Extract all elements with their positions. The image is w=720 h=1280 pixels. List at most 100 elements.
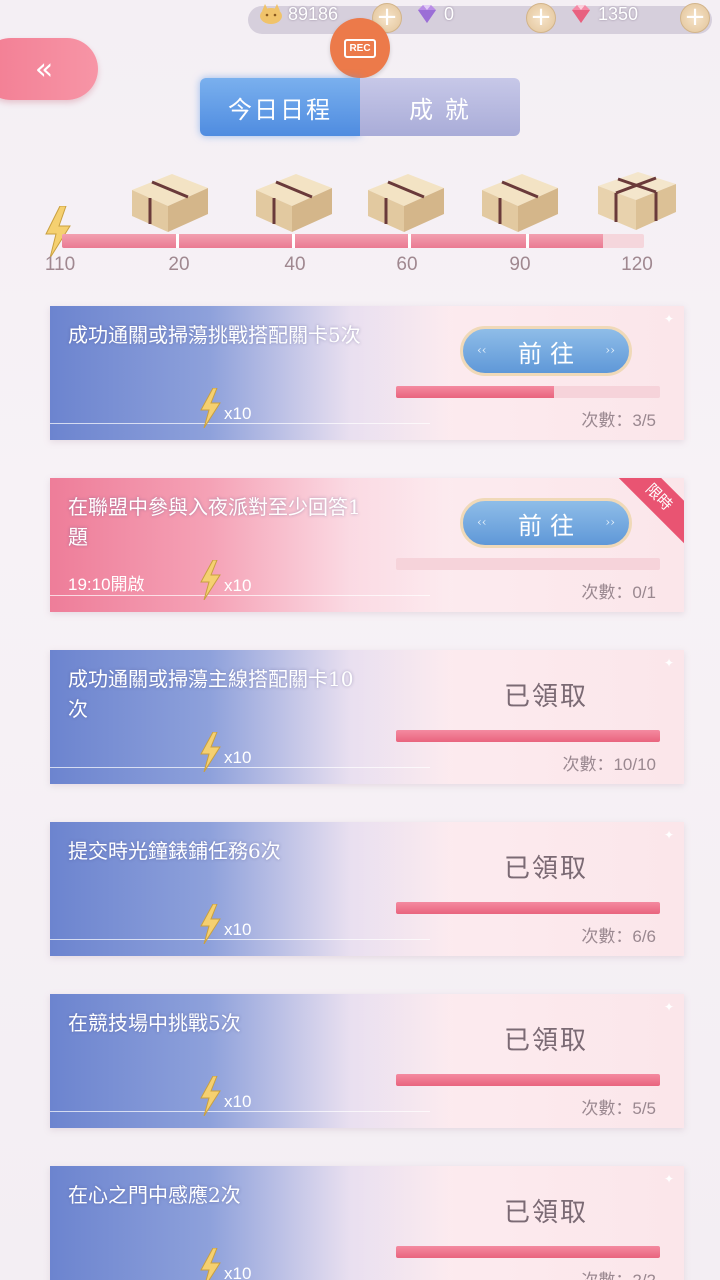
gift-box-icon[interactable]: [476, 160, 562, 234]
task-progress-bar: [396, 558, 660, 570]
lightning-icon: [200, 732, 221, 772]
tab-achievements[interactable]: 成 就: [360, 78, 520, 136]
task-progress-bar: [396, 386, 660, 398]
coin-value: 89186: [288, 3, 339, 24]
task-reward: x10: [198, 904, 251, 944]
task-card: ✦ 在競技場中挑戰5次 x10 已領取 次數：5/5: [50, 994, 684, 1128]
activity-progress-bar: [62, 234, 644, 248]
gift-box-icon[interactable]: [126, 160, 212, 234]
back-button[interactable]: «: [0, 38, 98, 100]
lightning-icon: [200, 1248, 221, 1280]
lightning-icon: [200, 560, 221, 600]
task-reward: x10: [198, 1248, 251, 1280]
lightning-icon: [45, 206, 71, 258]
task-title: 在聯盟中參與入夜派對至少回答1題: [68, 495, 361, 549]
claimed-status: 已領取: [503, 682, 588, 712]
lightning-icon: [200, 388, 221, 428]
claimed-status: 已領取: [503, 1026, 588, 1056]
task-card: ✦ 在心之門中感應2次 x10 已領取 次數：2/2: [50, 1166, 684, 1280]
milestone-label: 60: [396, 254, 418, 275]
milestone-label: 40: [284, 254, 306, 275]
task-progress-fill: [396, 730, 660, 742]
task-title: 提交時光鐘錶鋪任務6次: [68, 839, 281, 863]
cat-coin-icon: [260, 4, 282, 24]
tab-bar: 今日日程 成 就: [200, 78, 520, 136]
chevron-right-icon: ››: [605, 343, 615, 357]
task-reward: x10: [198, 732, 251, 772]
task-reward: x10: [198, 388, 251, 428]
add-gem-button[interactable]: +: [680, 3, 710, 33]
add-diamond-button[interactable]: +: [526, 3, 556, 33]
pink-gem-icon: [572, 5, 590, 23]
reward-amount: x10: [224, 404, 252, 423]
open-time: 19:10開啟: [68, 575, 145, 594]
go-button-label: 前往: [518, 511, 582, 540]
chevron-right-icon: ››: [605, 515, 615, 529]
sparkle-icon: ✦: [663, 1000, 674, 1014]
activity-progress: 110 20 40 60 90 120: [0, 150, 720, 280]
record-button[interactable]: REC: [330, 18, 390, 78]
activity-progress-fill: [62, 234, 604, 248]
task-progress-bar: [396, 902, 660, 914]
current-activity-value: 110: [44, 254, 76, 275]
task-title: 在競技場中挑戰5次: [68, 1011, 241, 1035]
task-count: 次數：2/2: [581, 1266, 656, 1280]
task-title: 成功通關或掃蕩挑戰搭配關卡5次: [68, 323, 361, 347]
tab-daily-schedule[interactable]: 今日日程: [200, 78, 360, 136]
chevron-left-icon: ‹‹: [477, 343, 487, 357]
chevron-left-icon: ‹‹: [477, 515, 487, 529]
task-progress-fill: [396, 386, 555, 398]
milestone-label: 120: [621, 254, 653, 275]
task-reward: x10: [198, 560, 251, 600]
segment-divider: [526, 234, 529, 248]
task-progress-bar: [396, 730, 660, 742]
diamond-value: 0: [444, 3, 455, 24]
claimed-status: 已領取: [503, 1198, 588, 1228]
lightning-icon: [200, 1076, 221, 1116]
task-card: ✦ 提交時光鐘錶鋪任務6次 x10 已領取 次數：6/6: [50, 822, 684, 956]
rec-label: REC: [344, 38, 376, 58]
reward-amount: x10: [224, 1264, 252, 1280]
claimed-status: 已領取: [503, 854, 588, 884]
gift-box-icon[interactable]: [362, 160, 448, 234]
task-progress-bar: [396, 1074, 660, 1086]
task-reward: x10: [198, 1076, 251, 1116]
task-card: 限時 在聯盟中參與入夜派對至少回答1題 19:10開啟 x10 ‹‹ 前往 ››…: [50, 478, 684, 612]
reward-amount: x10: [224, 920, 252, 939]
segment-divider: [408, 234, 411, 248]
segment-divider: [292, 234, 295, 248]
sparkle-icon: ✦: [663, 1172, 674, 1186]
back-arrow-icon: «: [34, 51, 54, 87]
lightning-icon: [200, 904, 221, 944]
gem-value: 1350: [598, 3, 639, 24]
sparkle-icon: ✦: [663, 312, 674, 326]
reward-amount: x10: [224, 748, 252, 767]
coin-currency: 89186: [258, 0, 338, 28]
sparkle-icon: ✦: [663, 828, 674, 842]
task-count: 次數：6/6: [581, 927, 656, 946]
reward-amount: x10: [224, 576, 252, 595]
task-title: 成功通關或掃蕩主線搭配關卡10次: [68, 667, 354, 721]
milestone-label: 90: [509, 254, 531, 275]
go-button-label: 前往: [518, 339, 582, 368]
task-card: ✦ 成功通關或掃蕩主線搭配關卡10次 x10 已領取 次數：10/10: [50, 650, 684, 784]
gift-box-icon[interactable]: [250, 160, 336, 234]
task-progress-fill: [396, 1074, 660, 1086]
go-button[interactable]: ‹‹ 前往 ››: [460, 498, 632, 548]
task-card: ✦ 成功通關或掃蕩挑戰搭配關卡5次 x10 ‹‹ 前往 ›› 次數：3/5: [50, 306, 684, 440]
milestone-label: 20: [168, 254, 190, 275]
reward-amount: x10: [224, 1092, 252, 1111]
gift-box-closed-icon[interactable]: [594, 160, 680, 234]
task-progress-bar: [396, 1246, 660, 1258]
go-button[interactable]: ‹‹ 前往 ››: [460, 326, 632, 376]
task-progress-fill: [396, 1246, 660, 1258]
segment-divider: [176, 234, 179, 248]
gem-currency: 1350: [568, 0, 638, 28]
task-count: 次數：3/5: [581, 411, 656, 430]
sparkle-icon: ✦: [663, 656, 674, 670]
task-count: 次數：0/1: [581, 583, 656, 602]
task-count: 次數：10/10: [562, 755, 656, 774]
task-count: 次數：5/5: [581, 1099, 656, 1118]
task-title: 在心之門中感應2次: [68, 1183, 241, 1207]
task-progress-fill: [396, 902, 660, 914]
